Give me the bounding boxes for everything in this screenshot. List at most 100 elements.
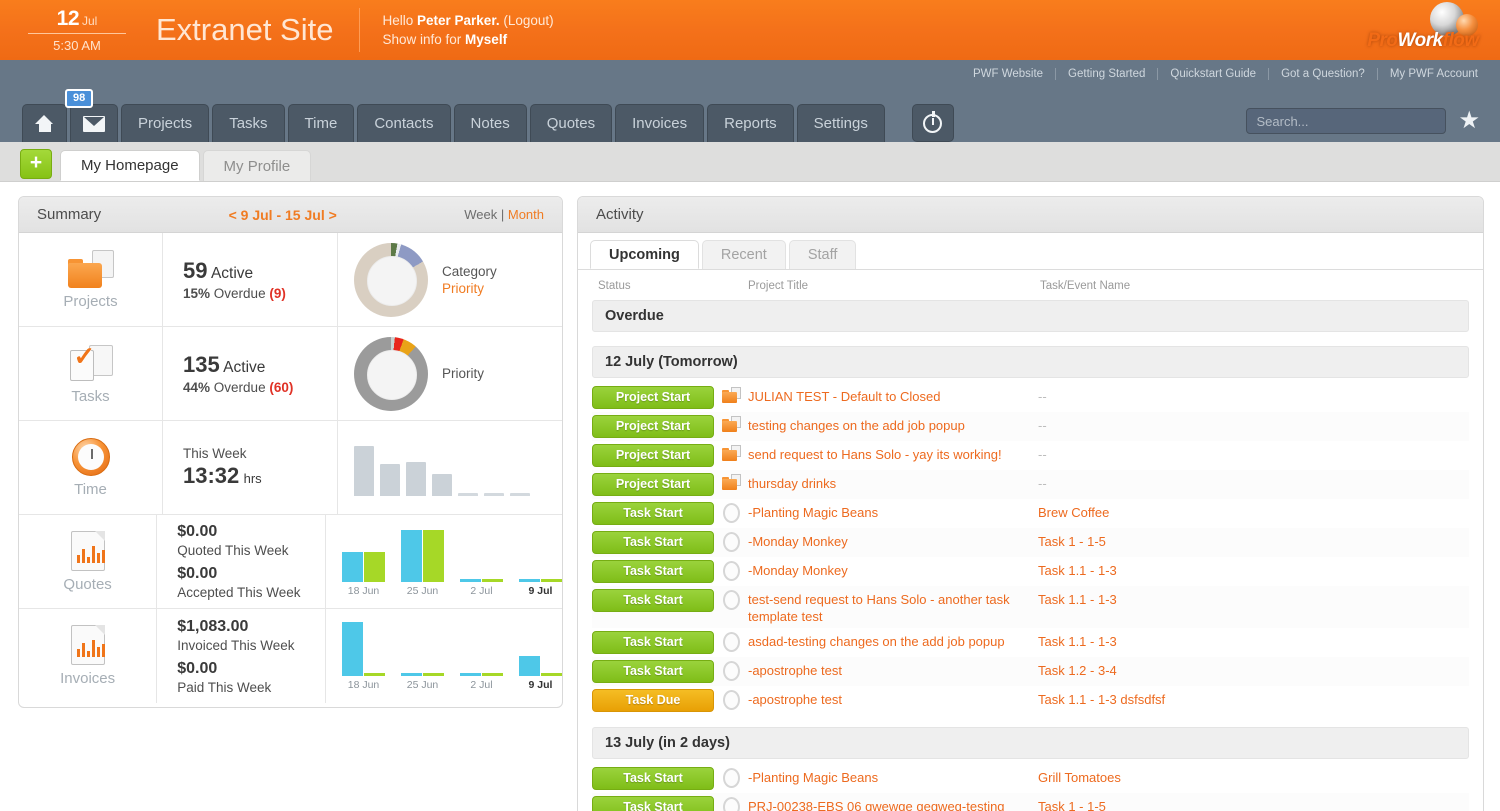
row-project-title[interactable]: -apostrophe test [748,660,1038,679]
tasks-legend-priority[interactable]: Priority [442,365,484,382]
row-project-title[interactable]: -Planting Magic Beans [748,502,1038,521]
row-task-name[interactable]: Task 1 - 1-5 [1038,796,1469,811]
row-project-title[interactable]: -apostrophe test [748,689,1038,708]
nav-item-time[interactable]: Time [287,104,355,142]
status-badge[interactable]: Task Start [592,660,714,683]
activity-column-headers: Status Project Title Task/Event Name [592,270,1469,300]
summary-row-time[interactable]: Time This Week 13:32 hrs [19,421,562,515]
util-link-my-pwf-account[interactable]: My PWF Account [1378,68,1478,80]
range-prev-button[interactable]: < [229,207,237,223]
status-badge[interactable]: Task Start [592,589,714,612]
activity-row[interactable]: Task Start asdad-testing changes on the … [592,628,1469,657]
util-link-pwf-website[interactable]: PWF Website [961,68,1057,80]
tab-my-profile[interactable]: My Profile [202,150,312,181]
logo-text-flow: flow [1442,30,1480,51]
nav-item-settings[interactable]: Settings [796,104,885,142]
proworkflow-logo[interactable]: ProWorkflow [1360,2,1486,56]
status-badge[interactable]: Task Due [592,689,714,712]
range-next-button[interactable]: > [329,207,337,223]
util-link-quickstart-guide[interactable]: Quickstart Guide [1158,68,1270,80]
row-project-title[interactable]: send request to Hans Solo - yay its work… [748,444,1038,463]
summary-icon-cell-tasks: ✓ Tasks [19,327,163,420]
util-link-getting-started[interactable]: Getting Started [1056,68,1159,80]
nav-item-invoices[interactable]: Invoices [615,104,705,142]
activity-row[interactable]: Project Start JULIAN TEST - Default to C… [592,383,1469,412]
quotes-xlabel-1: 25 Jun [406,584,439,597]
activity-row[interactable]: Task Start -Planting Magic Beans Grill T… [592,764,1469,793]
header-date-month: Jul [82,14,98,28]
logout-link[interactable]: (Logout) [503,13,553,28]
tab-my-homepage[interactable]: My Homepage [60,150,200,181]
activity-row[interactable]: Task Start -Planting Magic Beans Brew Co… [592,499,1469,528]
row-task-name[interactable]: Task 1.1 - 1-3 dsfsdfsf [1038,689,1469,708]
activity-tab-upcoming[interactable]: Upcoming [590,240,699,269]
row-task-name[interactable]: Task 1.2 - 3-4 [1038,660,1469,679]
nav-item-contacts[interactable]: Contacts [357,104,451,142]
search-input[interactable] [1246,108,1447,134]
activity-row[interactable]: Task Due -apostrophe test Task 1.1 - 1-3… [592,686,1469,715]
projects-legend-category[interactable]: Category [442,263,497,280]
activity-tab-recent[interactable]: Recent [701,240,786,269]
summary-row-tasks[interactable]: ✓ Tasks 135 Active 44% Overdue (60) Prio… [19,327,562,421]
quotes-bar-chart: 18 Jun 25 Jun 2 Jul 9 Jul [342,527,562,597]
summary-row-projects[interactable]: Projects 59 Active 15% Overdue (9) Categ… [19,233,562,327]
status-badge[interactable]: Project Start [592,415,714,438]
add-tab-button[interactable]: + [20,149,52,179]
nav-item-projects[interactable]: Projects [121,104,210,142]
row-project-title[interactable]: thursday drinks [748,473,1038,492]
row-project-title[interactable]: testing changes on the add job popup [748,415,1038,434]
showinfo-value[interactable]: Myself [465,32,507,47]
activity-row[interactable]: Task Start -apostrophe test Task 1.2 - 3… [592,657,1469,686]
row-task-name[interactable]: Brew Coffee [1038,502,1469,521]
status-badge[interactable]: Task Start [592,531,714,554]
toggle-month[interactable]: Month [508,207,544,222]
activity-overdue-header[interactable]: Overdue [592,300,1469,332]
status-badge[interactable]: Task Start [592,502,714,525]
projects-folder-icon [67,249,114,288]
row-project-title[interactable]: asdad-testing changes on the add job pop… [748,631,1038,650]
status-badge[interactable]: Project Start [592,473,714,496]
status-badge[interactable]: Task Start [592,796,714,811]
invoices-amount-paid: $0.00 [177,659,218,677]
activity-row[interactable]: Project Start thursday drinks -- [592,470,1469,499]
summary-row-quotes[interactable]: Quotes $0.00 Quoted This Week $0.00 Acce… [19,515,562,609]
nav-timer[interactable] [911,104,954,142]
nav-item-notes[interactable]: Notes [453,104,527,142]
activity-row[interactable]: Project Start send request to Hans Solo … [592,441,1469,470]
row-project-title[interactable]: PRJ-00238-EBS 06 qwewqe qeqweq-testing t… [748,796,1038,811]
activity-tab-staff[interactable]: Staff [788,240,857,269]
nav-item-tasks[interactable]: Tasks [212,104,285,142]
status-badge[interactable]: Task Start [592,560,714,583]
row-task-name[interactable]: Grill Tomatoes [1038,767,1469,786]
row-project-title[interactable]: JULIAN TEST - Default to Closed [748,386,1038,405]
nav-item-quotes[interactable]: Quotes [529,104,613,142]
status-badge[interactable]: Task Start [592,631,714,654]
status-badge[interactable]: Project Start [592,386,714,409]
row-task-name[interactable]: Task 1.1 - 1-3 [1038,560,1469,579]
row-project-title[interactable]: test-send request to Hans Solo - another… [748,589,1038,625]
quotes-amount-accepted: $0.00 [177,565,218,582]
search-area: ★ [1246,108,1480,134]
activity-row[interactable]: Task Start test-send request to Hans Sol… [592,586,1469,628]
row-project-title[interactable]: -Monday Monkey [748,531,1038,550]
status-badge[interactable]: Task Start [592,767,714,790]
row-task-name[interactable]: Task 1 - 1-5 [1038,531,1469,550]
activity-row[interactable]: Task Start -Monday Monkey Task 1.1 - 1-3 [592,557,1469,586]
activity-row[interactable]: Task Start -Monday Monkey Task 1 - 1-5 [592,528,1469,557]
activity-row[interactable]: Project Start testing changes on the add… [592,412,1469,441]
row-project-title[interactable]: -Monday Monkey [748,560,1038,579]
favorites-star-icon[interactable]: ★ [1458,109,1480,133]
row-task-name[interactable]: Task 1.1 - 1-3 [1038,631,1469,650]
util-link-got-a-question[interactable]: Got a Question? [1269,68,1378,80]
summary-row-invoices[interactable]: Invoices $1,083.00 Invoiced This Week $0… [19,609,562,703]
status-badge[interactable]: Project Start [592,444,714,467]
app-header: 12 Jul 5:30 AM Extranet Site Hello Peter … [0,0,1500,60]
projects-legend-priority[interactable]: Priority [442,280,497,297]
nav-home[interactable] [22,104,67,142]
nav-item-reports[interactable]: Reports [707,104,794,142]
nav-messages[interactable]: 98 [65,89,118,142]
activity-row[interactable]: Task Start PRJ-00238-EBS 06 qwewqe qeqwe… [592,793,1469,811]
toggle-week[interactable]: Week [464,207,497,222]
row-project-title[interactable]: -Planting Magic Beans [748,767,1038,786]
row-task-name[interactable]: Task 1.1 - 1-3 [1038,589,1469,608]
